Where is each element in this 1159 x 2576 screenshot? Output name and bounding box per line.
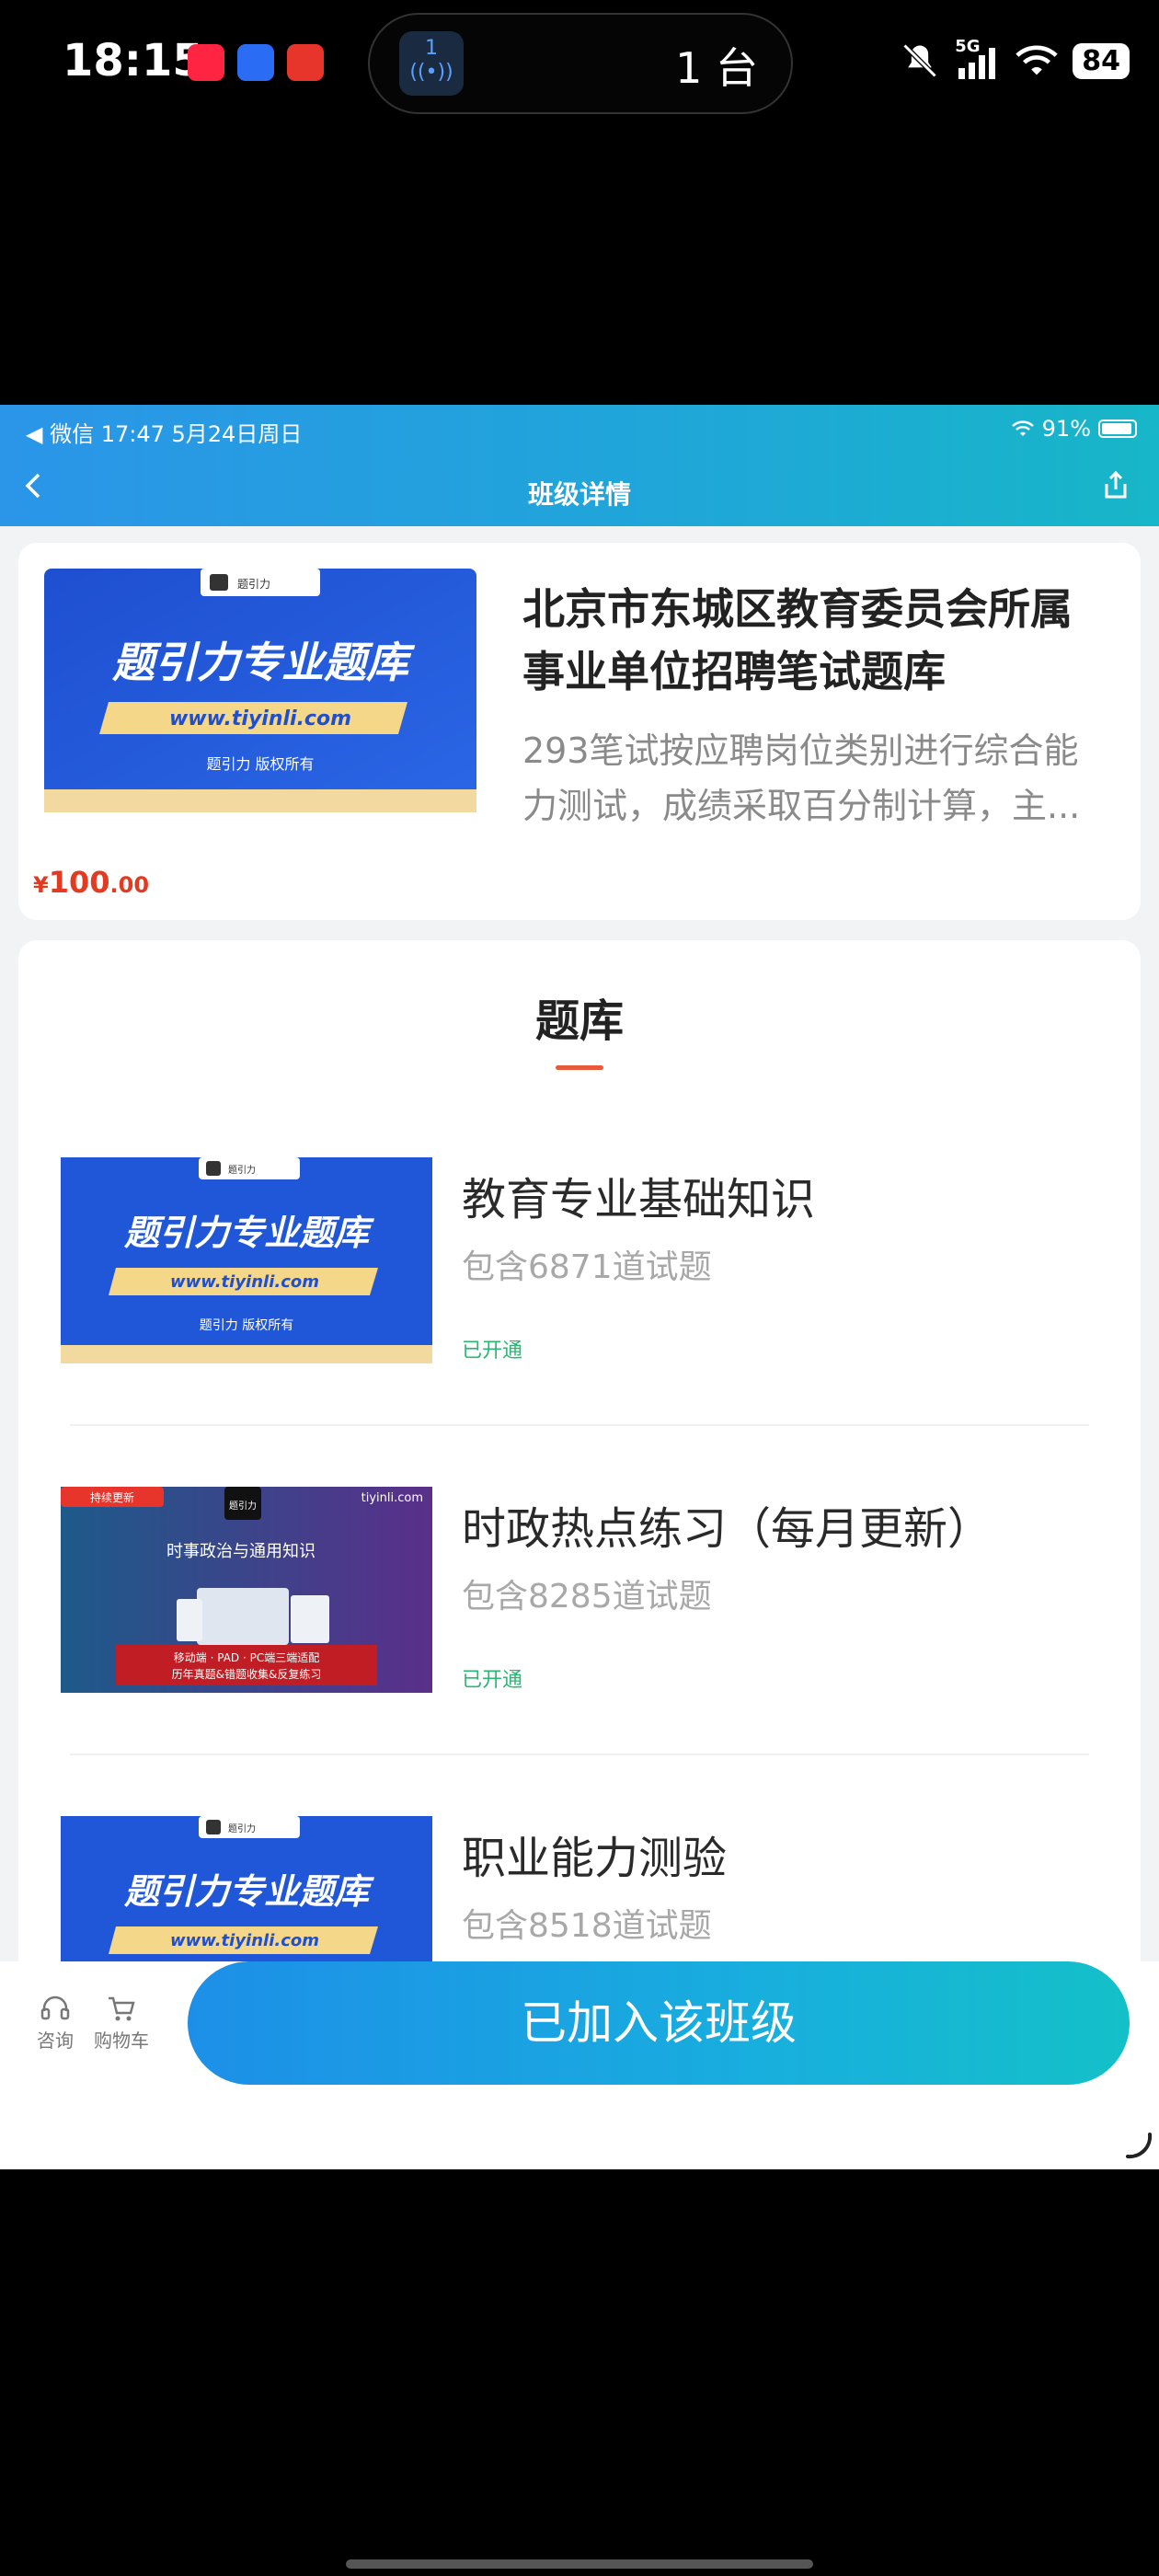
price-currency: ¥ — [33, 872, 49, 898]
section-underline — [556, 1065, 603, 1070]
battery-indicator: 84 — [1073, 42, 1130, 79]
thumb-url: www.tiyinli.com — [170, 1272, 319, 1292]
thumb-title: 题引力专业题库 — [123, 1213, 374, 1253]
headset-icon — [40, 1995, 70, 2020]
bank-status: 已开通 — [462, 1340, 523, 1363]
bank-question-count: 包含8285道试题 — [462, 1578, 712, 1616]
share-icon — [1105, 470, 1127, 499]
clock: 18:15 — [63, 35, 203, 86]
signal-icon: 5G — [955, 37, 1001, 81]
course-title: 北京市东城区教育委员会所属事业单位招聘笔试题库 — [522, 584, 1073, 696]
question-bank-panel: 题库 题引力 题引力专业题库 www.tiyinli.com 题引力 版权所有 … — [18, 940, 1141, 2044]
network-label: 5G — [955, 37, 981, 56]
pill-badge: 1 — [425, 37, 438, 60]
thumb-copyright: 题引力 版权所有 — [200, 1318, 293, 1333]
share-button[interactable] — [1102, 469, 1139, 506]
thumb-line2: 历年真题&错题收集&反复练习 — [172, 1667, 322, 1681]
cast-icon: 1 ((•)) — [399, 31, 464, 96]
mute-bell-icon — [902, 43, 937, 78]
bank-name: 职业能力测验 — [462, 1833, 728, 1884]
thumb-brand: 题引力 — [229, 1500, 257, 1512]
bottom-action-bar: 咨询 购物车 已加入该班级 — [0, 1961, 1159, 2169]
wifi-icon — [1011, 420, 1034, 436]
bank-thumbnail: 题引力 题引力专业题库 www.tiyinli.com 题引力 版权所有 — [61, 1157, 432, 1363]
loading-spinner-icon — [1126, 2133, 1153, 2159]
course-price: ¥100.00 — [33, 865, 149, 900]
banner-title: 题引力专业题库 — [111, 638, 416, 687]
brand-small: 题引力 — [228, 1823, 256, 1834]
price-decimal: .00 — [109, 872, 150, 898]
bank-item[interactable]: 持续更新 题引力 tiyinli.com 时事政治与通用知识 移动端 · PAD… — [18, 1487, 1141, 1816]
live-activity-pill[interactable]: 1 ((•)) 1 台 — [368, 13, 793, 114]
bank-question-count: 包含8518道试题 — [462, 1907, 712, 1945]
xiaohongshu-app-icon — [188, 44, 224, 81]
bank-name: 教育专业基础知识 — [462, 1174, 816, 1225]
cart-icon — [109, 1996, 135, 2021]
banner-copyright: 题引力 版权所有 — [206, 755, 314, 773]
thumb-url: www.tiyinli.com — [170, 1931, 319, 1950]
thumb-site: tiyinli.com — [361, 1491, 423, 1505]
course-card: 题引力 题引力专业题库 www.tiyinli.com 题引力 版权所有 北京市… — [18, 543, 1141, 920]
divider — [70, 1754, 1089, 1755]
bank-question-count: 包含6871道试题 — [462, 1248, 712, 1286]
bank-status: 已开通 — [462, 1669, 523, 1692]
divider — [70, 1424, 1089, 1426]
price-integer: 100 — [48, 865, 110, 900]
system-status-bar: 18:15 1 ((•)) 1 台 5G 84 — [0, 0, 1159, 129]
app-screen: ◀ 微信 17:47 5月24日周日 91% 班级详情 题引力 题引力专业题库 … — [0, 405, 1159, 2169]
bank-name: 时政热点练习（每月更新） — [462, 1503, 993, 1555]
course-cover-image: 题引力 题引力专业题库 www.tiyinli.com 题引力 版权所有 — [44, 569, 476, 812]
joined-class-button[interactable]: 已加入该班级 — [188, 1961, 1130, 2085]
status-icons: 5G 84 — [900, 37, 1130, 85]
brand-small: 题引力 — [237, 578, 270, 591]
consult-label: 咨询 — [37, 2030, 74, 2052]
banner-url: www.tiyinli.com — [169, 707, 351, 730]
bank-item[interactable]: 题引力 题引力专业题库 www.tiyinli.com 题引力 版权所有 教育专… — [18, 1157, 1141, 1487]
brand-small: 题引力 — [228, 1164, 256, 1176]
wifi-icon — [1016, 45, 1058, 75]
thumb-line1: 移动端 · PAD · PC端三端适配 — [174, 1651, 319, 1664]
ios-status-right: 91% — [1011, 416, 1137, 442]
device-count: 1 台 — [675, 43, 758, 93]
thumb-heading: 时事政治与通用知识 — [166, 1542, 316, 1561]
thumb-title: 题引力专业题库 — [123, 1871, 374, 1912]
page-title: 班级详情 — [527, 479, 631, 510]
red-app-icon — [287, 44, 324, 81]
battery-icon — [1098, 420, 1137, 438]
consult-button[interactable]: 咨询 — [18, 1995, 92, 2053]
bank-thumbnail: 持续更新 题引力 tiyinli.com 时事政治与通用知识 移动端 · PAD… — [61, 1487, 432, 1693]
thumb-tag: 持续更新 — [90, 1490, 134, 1504]
cart-button[interactable]: 购物车 — [85, 1995, 158, 2053]
ios-status-left: ◀ 微信 17:47 5月24日周日 — [26, 421, 303, 447]
cart-label: 购物车 — [94, 2030, 149, 2052]
course-description: 293笔试按应聘岗位类别进行综合能力测试，成绩采取百分制计算，主... — [522, 730, 1081, 826]
blue-app-icon — [237, 44, 274, 81]
app-header: ◀ 微信 17:47 5月24日周日 91% 班级详情 — [0, 405, 1159, 526]
section-title: 题库 — [534, 995, 624, 1047]
home-indicator[interactable] — [346, 2559, 813, 2569]
battery-percent: 91% — [1041, 416, 1091, 442]
